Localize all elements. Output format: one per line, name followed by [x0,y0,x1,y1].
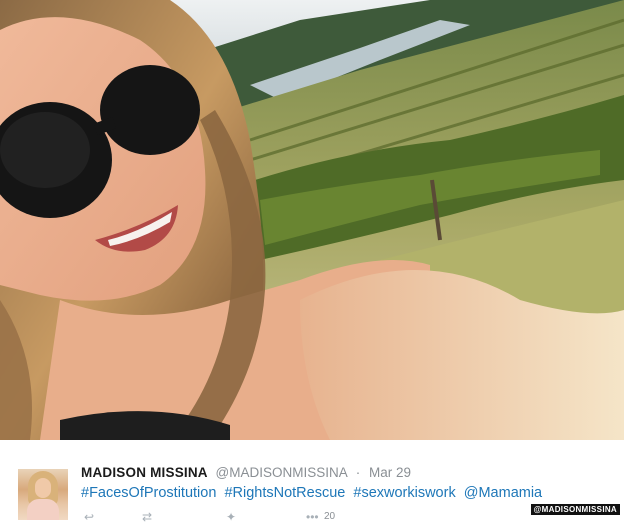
retweet-icon[interactable]: ⇄ [142,511,152,523]
hashtag-faces-of-prostitution[interactable]: #FacesOfProstitution [81,485,216,501]
hashtag-rights-not-rescue[interactable]: #RightsNotRescue [224,485,345,501]
avatar-face [35,478,51,498]
avatar[interactable] [18,469,68,520]
user-handle[interactable]: @MADISONMISSINA [216,465,347,480]
separator-dot: · [355,465,361,480]
tweet-date[interactable]: Mar 29 [369,465,411,480]
tweet-text: #FacesOfProstitution #RightsNotRescue #s… [81,484,546,502]
mention-mamamia[interactable]: @Mamamia [464,485,542,501]
more-icon[interactable]: ••• [306,511,319,523]
like-icon[interactable]: ✦ [226,511,236,523]
like-count: 20 [324,511,336,522]
vineyard-selfie-image [0,0,624,440]
tweet-header: MADISON MISSINA @MADISONMISSINA · Mar 29 [81,465,411,481]
display-name[interactable]: MADISON MISSINA [81,465,208,480]
tweet-actions: ↩ ⇄ ✦ 20 ••• [80,511,340,523]
avatar-body [27,499,59,520]
tweet-card: MADISON MISSINA @MADISONMISSINA · Mar 29… [0,440,624,523]
reply-icon[interactable]: ↩ [84,511,94,523]
hashtag-sexworkiswork[interactable]: #sexworkiswork [353,485,455,501]
watermark: @MADISONMISSINA [530,504,620,515]
tweet-photo[interactable] [0,0,624,440]
